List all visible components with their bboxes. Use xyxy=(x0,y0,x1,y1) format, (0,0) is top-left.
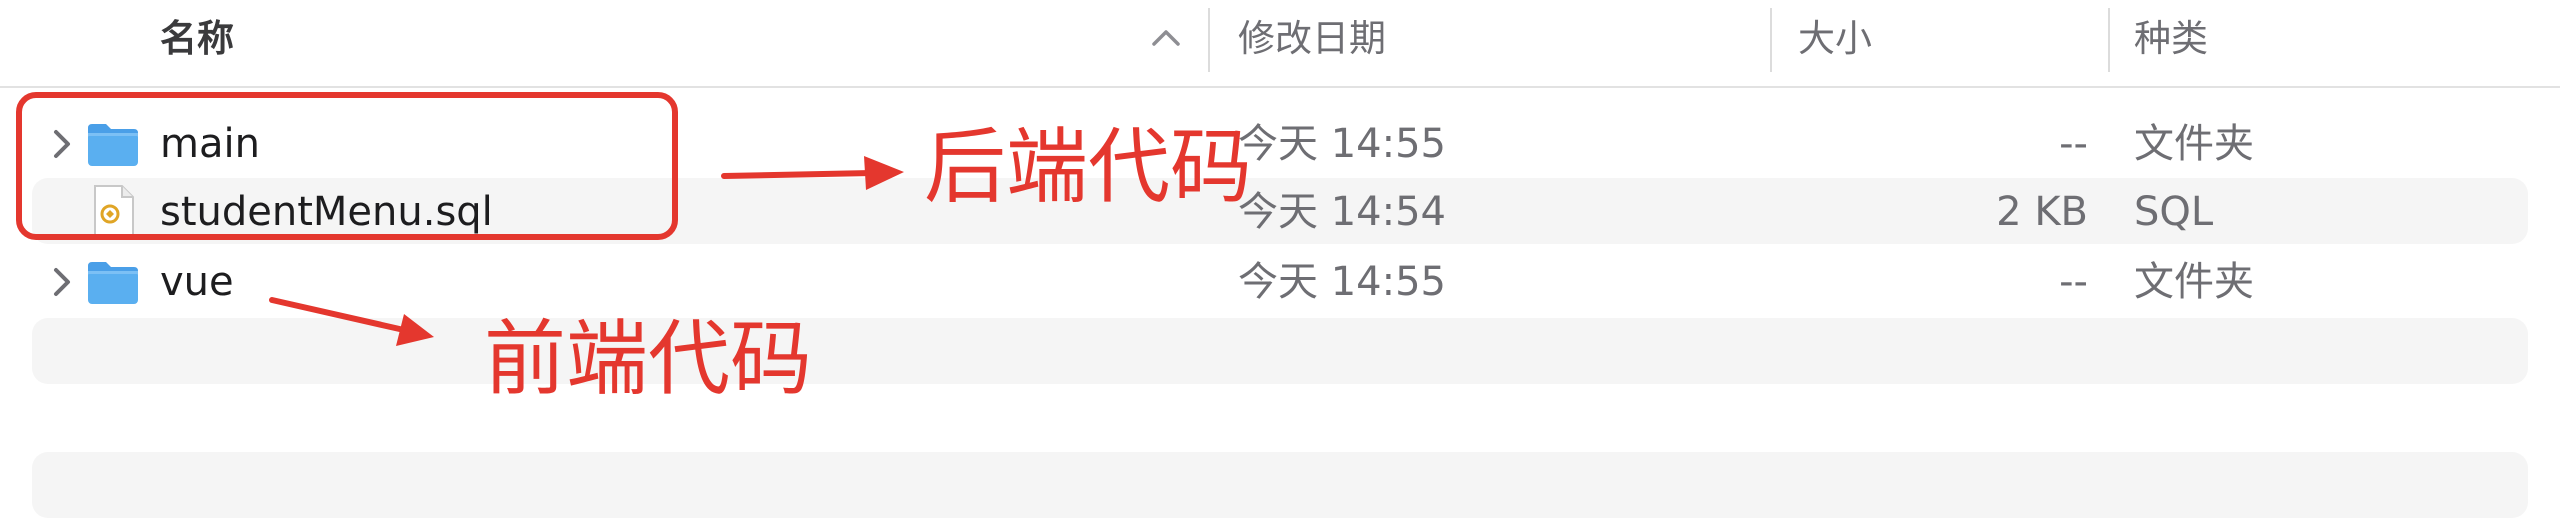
annotation-label-backend: 后端代码 xyxy=(924,120,1253,215)
annotation-arrow-frontend xyxy=(269,297,434,346)
annotation-arrows xyxy=(269,156,904,346)
annotation-arrow-backend xyxy=(721,156,904,190)
annotation-label-frontend: 前端代码 xyxy=(484,312,813,407)
